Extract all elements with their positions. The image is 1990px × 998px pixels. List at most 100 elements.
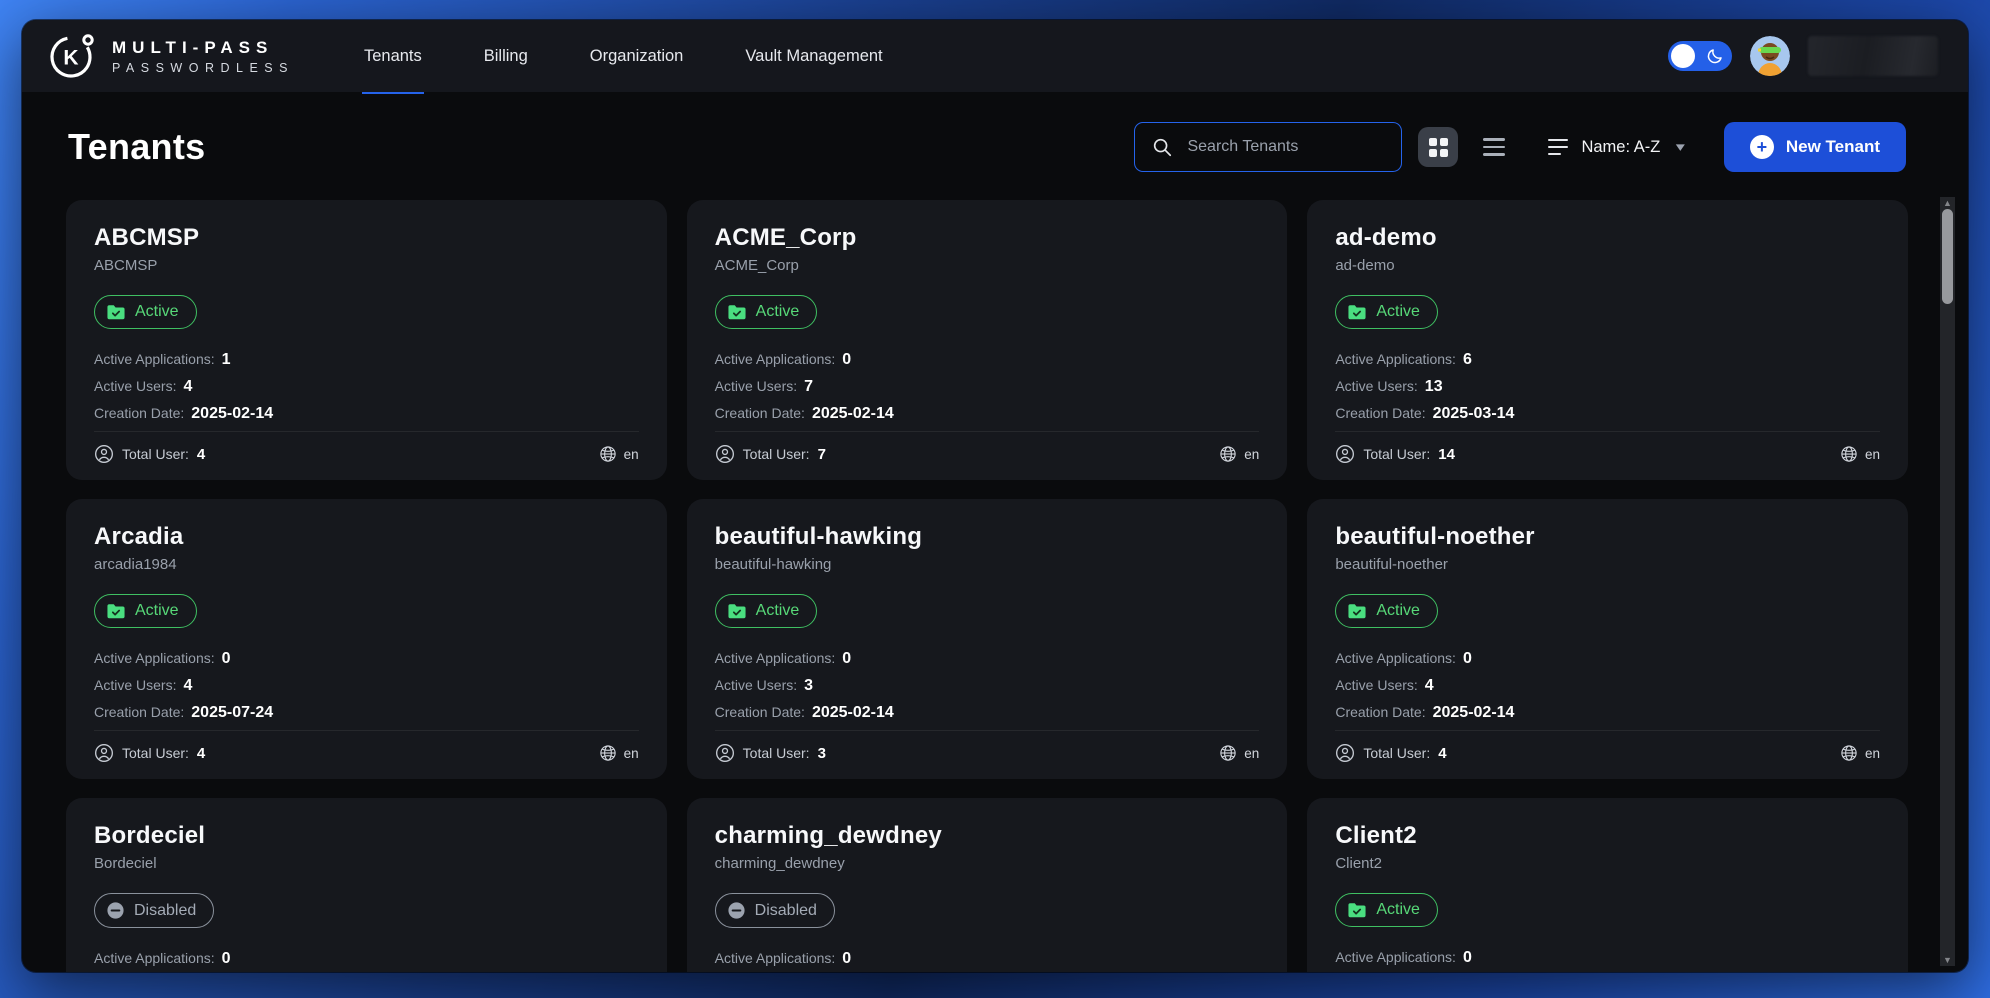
tenant-stats: Active Applications:0 Active Users:4 Cre… — [94, 650, 639, 722]
tenant-card[interactable]: charming_dewdney charming_dewdney Disabl… — [687, 798, 1288, 972]
svg-text:K: K — [63, 47, 78, 70]
status-label: Active — [756, 602, 800, 620]
user-avatar[interactable] — [1750, 36, 1790, 76]
tenant-card[interactable]: Bordeciel Bordeciel Disabled Active Appl… — [66, 798, 667, 972]
moon-icon — [1706, 47, 1724, 65]
status-badge: Disabled — [715, 893, 835, 928]
grid-view-icon — [1429, 138, 1448, 157]
tenant-card[interactable]: ad-demo ad-demo Active Active Applicatio… — [1307, 200, 1908, 480]
brand-logo-icon: K — [46, 30, 98, 82]
plus-icon: + — [1750, 135, 1774, 159]
folder-check-icon — [727, 303, 747, 321]
scrollbar-thumb[interactable] — [1942, 209, 1953, 304]
stat-active-users: Active Users:3 — [715, 677, 1260, 695]
tenant-name: ABCMSP — [94, 224, 639, 252]
user-circle-icon — [715, 444, 735, 464]
stat-creation-date: Creation Date:2025-03-14 — [1335, 405, 1880, 423]
tenant-card[interactable]: Client2 Client2 Active Active Applicatio… — [1307, 798, 1908, 972]
tenant-slug: ad-demo — [1335, 257, 1880, 274]
folder-check-icon — [1347, 901, 1367, 919]
list-view-icon — [1483, 138, 1505, 156]
language-indicator: en — [1840, 445, 1880, 463]
status-label: Disabled — [755, 902, 817, 920]
stat-creation-date: Creation Date:2025-02-14 — [715, 704, 1260, 722]
total-user: Total User:4 — [94, 444, 205, 464]
status-badge: Active — [94, 594, 197, 628]
scrollbar-up-arrow-icon[interactable]: ▲ — [1940, 197, 1955, 209]
card-footer: Total User:3 en — [715, 730, 1260, 763]
globe-icon — [1219, 445, 1237, 463]
tenant-card[interactable]: beautiful-hawking beautiful-hawking Acti… — [687, 499, 1288, 779]
toolbar-controls: Name: A-Z ▾ + New Tenant — [1134, 122, 1906, 172]
folder-check-icon — [1347, 303, 1367, 321]
stat-active-applications: Active Applications:0 — [715, 351, 1260, 369]
tenant-stats: Active Applications:0 Active Users: Crea… — [715, 950, 1260, 972]
nav-tab-vault-management[interactable]: Vault Management — [743, 20, 884, 94]
status-label: Active — [135, 602, 179, 620]
tenant-stats: Active Applications:0 Active Users:4 Cre… — [1335, 650, 1880, 722]
tenant-slug: ACME_Corp — [715, 257, 1260, 274]
tenant-card[interactable]: Arcadia arcadia1984 Active Active Applic… — [66, 499, 667, 779]
language-indicator: en — [599, 744, 639, 762]
total-user: Total User:4 — [1335, 743, 1446, 763]
stat-active-users: Active Users:4 — [94, 378, 639, 396]
stat-active-applications: Active Applications:0 — [1335, 949, 1880, 967]
language-indicator: en — [1840, 744, 1880, 762]
tenant-slug: ABCMSP — [94, 257, 639, 274]
stat-active-applications: Active Applications:0 — [715, 950, 1260, 968]
nav-tab-tenants[interactable]: Tenants — [362, 20, 424, 94]
language-code: en — [1244, 746, 1259, 761]
minus-circle-icon — [106, 901, 125, 920]
language-code: en — [1244, 447, 1259, 462]
status-label: Active — [756, 303, 800, 321]
language-code: en — [1865, 746, 1880, 761]
globe-icon — [1840, 744, 1858, 762]
globe-icon — [599, 445, 617, 463]
sort-icon — [1548, 139, 1568, 156]
chevron-down-icon: ▾ — [1676, 139, 1685, 155]
scrollbar-down-arrow-icon[interactable]: ▼ — [1940, 954, 1955, 966]
scrollbar[interactable]: ▲ ▼ — [1940, 197, 1955, 966]
new-tenant-label: New Tenant — [1786, 137, 1880, 157]
stat-active-users: Active Users:4 — [94, 677, 639, 695]
tenant-name: Arcadia — [94, 523, 639, 551]
language-indicator: en — [599, 445, 639, 463]
brand: K MULTI-PASS PASSWORDLESS — [46, 30, 294, 82]
theme-toggle[interactable] — [1668, 41, 1732, 71]
list-view-button[interactable] — [1474, 127, 1514, 167]
header-right — [1668, 36, 1938, 76]
tenant-slug: beautiful-noether — [1335, 556, 1880, 573]
stat-creation-date: Creation Date:2025-02-14 — [94, 405, 639, 423]
language-indicator: en — [1219, 744, 1259, 762]
nav-tab-organization[interactable]: Organization — [588, 20, 686, 94]
card-footer: Total User:4 en — [1335, 730, 1880, 763]
status-badge: Active — [1335, 594, 1438, 628]
status-badge: Active — [1335, 893, 1438, 927]
stat-active-applications: Active Applications:0 — [94, 650, 639, 668]
tenant-stats: Active Applications:6 Active Users:13 Cr… — [1335, 351, 1880, 423]
stat-active-applications: Active Applications:1 — [94, 351, 639, 369]
language-code: en — [624, 447, 639, 462]
folder-check-icon — [106, 602, 126, 620]
tenant-card[interactable]: beautiful-noether beautiful-noether Acti… — [1307, 499, 1908, 779]
new-tenant-button[interactable]: + New Tenant — [1724, 122, 1906, 172]
user-circle-icon — [94, 743, 114, 763]
search-input[interactable] — [1185, 137, 1385, 157]
tenant-card[interactable]: ACME_Corp ACME_Corp Active Active Applic… — [687, 200, 1288, 480]
user-circle-icon — [1335, 743, 1355, 763]
status-badge: Active — [94, 295, 197, 329]
tenant-name: charming_dewdney — [715, 822, 1260, 850]
stat-active-users: Active Users:13 — [1335, 378, 1880, 396]
grid-view-button[interactable] — [1418, 127, 1458, 167]
stat-active-users: Active Users:7 — [715, 378, 1260, 396]
tenant-card[interactable]: ABCMSP ABCMSP Active Active Applications… — [66, 200, 667, 480]
stat-creation-date: Creation Date:2025-07-24 — [94, 704, 639, 722]
top-navbar: K MULTI-PASS PASSWORDLESS Tenants Billin… — [22, 20, 1968, 92]
sort-label: Name: A-Z — [1581, 138, 1660, 157]
card-footer: Total User:4 en — [94, 431, 639, 464]
page-toolbar: Tenants Name: A-Z ▾ + Ne — [22, 92, 1968, 172]
language-indicator: en — [1219, 445, 1259, 463]
tenant-stats: Active Applications:0 Active Users: Crea… — [94, 950, 639, 972]
nav-tab-billing[interactable]: Billing — [482, 20, 530, 94]
sort-dropdown[interactable]: Name: A-Z ▾ — [1548, 138, 1683, 157]
